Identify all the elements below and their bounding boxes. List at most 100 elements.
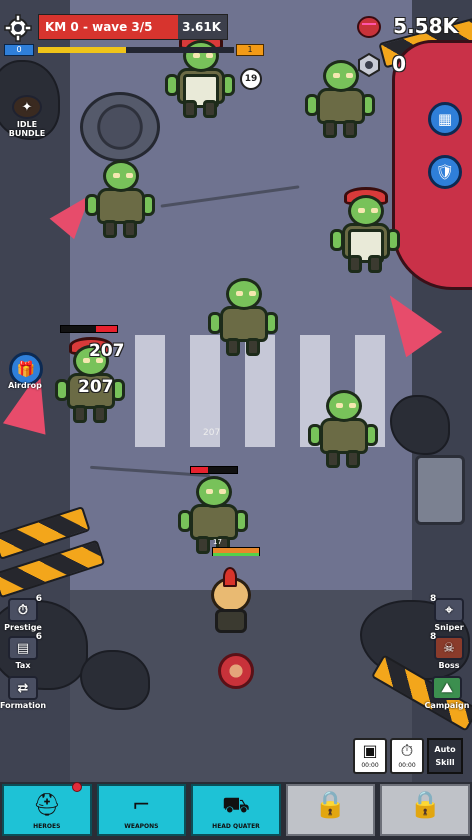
- police-cap-icon: ⛑: [32, 793, 61, 818]
- damage-number: 207: [89, 341, 125, 361]
- formation-label: Formation: [0, 701, 47, 710]
- hero-mohawk: [223, 567, 237, 587]
- calendar-button[interactable]: ▦: [428, 102, 462, 136]
- pistol-icon: ⌐: [132, 793, 151, 818]
- boss-skull-icon: ☠: [434, 636, 464, 660]
- zombie-eye: [346, 73, 353, 78]
- game-scene[interactable]: 207 207 207 17: [0, 0, 472, 782]
- bolt-count: 0: [392, 52, 406, 76]
- boss-count: 8: [430, 632, 437, 642]
- zombie-body: [190, 504, 238, 540]
- hero-level: 17: [213, 538, 222, 546]
- zombie-head: [348, 195, 384, 227]
- crosswalk-stripe: [135, 335, 165, 447]
- prestige-count: 6: [35, 594, 42, 604]
- formation-button[interactable]: ⇄ Formation: [0, 676, 46, 710]
- tax-button[interactable]: 6 ▤ Tax: [0, 632, 46, 670]
- tax-count: 6: [35, 632, 42, 642]
- gift-icon: 🎁: [16, 360, 36, 378]
- cash-icon: ▤: [8, 636, 38, 660]
- hero-body: [215, 609, 247, 633]
- damage-number: 207: [203, 428, 221, 438]
- campaign-button[interactable]: ⛰ Campaign: [424, 676, 470, 710]
- manhole: [80, 92, 160, 162]
- auto-skill-toggle[interactable]: Auto Skill: [427, 738, 463, 774]
- zombie-health-bar: [190, 466, 238, 474]
- zombie-leg: [226, 338, 240, 356]
- boss-button[interactable]: 8 ☠ Boss: [426, 632, 472, 670]
- tab-locked-1[interactable]: 🔒: [285, 784, 376, 836]
- tab-head-quater[interactable]: ⛟ HEAD QUATER: [191, 784, 281, 836]
- idle-bundle-button[interactable]: ✦ IDLE BUNDLE: [4, 95, 50, 138]
- zombie-body: [220, 306, 268, 342]
- auto-skill-label-1: Auto: [434, 745, 456, 754]
- boss-hp-value: 3.61K: [182, 20, 221, 34]
- zombie-eye: [236, 291, 243, 296]
- boss-label: Boss: [438, 661, 460, 670]
- zombie-leg: [196, 536, 210, 554]
- prestige-label: Prestige: [4, 623, 42, 632]
- zombie-body: [317, 88, 365, 124]
- settings-button[interactable]: [4, 14, 32, 42]
- zombie-leg: [343, 120, 357, 138]
- zombie-eye: [333, 73, 340, 78]
- tab-locked-2[interactable]: 🔒: [380, 784, 470, 836]
- zombie-head: [226, 278, 262, 310]
- hero-shield-fill: [213, 553, 259, 556]
- zombie-leg: [103, 220, 117, 238]
- clock-icon: ⏱: [8, 598, 38, 622]
- zombie-health-bar: [60, 325, 118, 333]
- wave-progress-bar: KM 0 - wave 3/5 3.61K: [38, 14, 228, 40]
- rank-button[interactable]: 🛡: [428, 155, 462, 189]
- zombie-body: [97, 188, 145, 224]
- zombie-leg: [73, 405, 87, 423]
- wave-label: KM 0 - wave 3/5: [45, 20, 153, 34]
- auto-time-slot[interactable]: ⏱ 00:00: [390, 738, 424, 774]
- zombie-eye: [113, 173, 120, 178]
- zombie-walker[interactable]: [208, 278, 278, 358]
- zombie-leg: [346, 450, 360, 468]
- zombie-leg: [123, 220, 137, 238]
- hero-character[interactable]: [205, 565, 257, 635]
- zombie-walker[interactable]: [308, 390, 378, 470]
- zombie-eye: [358, 208, 365, 213]
- level-track: [38, 47, 234, 53]
- zombie-leg: [368, 255, 382, 273]
- auto-time-timer: 00:00: [398, 762, 416, 769]
- zombie-health-fill: [191, 467, 209, 473]
- zombie-leg: [93, 405, 107, 423]
- zombie-eye: [336, 403, 343, 408]
- level-fill: [38, 47, 127, 53]
- prestige-button[interactable]: 6 ⏱ Prestige: [0, 594, 46, 632]
- zombie-eye: [126, 173, 133, 178]
- next-level-badge: 1: [236, 44, 264, 56]
- zombie-walker[interactable]: [85, 160, 155, 240]
- current-level-badge: 0: [4, 44, 34, 56]
- zombie-eye: [249, 291, 256, 296]
- tab-heroes[interactable]: ⛑ HEROES: [2, 782, 92, 836]
- lock-icon: 🔒: [314, 790, 347, 820]
- zombie-head: [103, 160, 139, 192]
- gem-count: 5.58K: [393, 14, 458, 38]
- gear-icon: [4, 14, 32, 42]
- zombie-eye: [349, 403, 356, 408]
- zombie-body: [320, 418, 368, 454]
- bottom-nav: ⛑ HEROES ⌐ WEAPONS ⛟ HEAD QUATER 🔒 🔒: [0, 782, 472, 840]
- campaign-label: Campaign: [424, 701, 470, 710]
- tab-heroes-label: HEROES: [33, 823, 61, 830]
- zombie-butcher[interactable]: [330, 187, 400, 275]
- bag-icon: ▣: [362, 741, 378, 760]
- stopwatch-icon: ⏱: [400, 741, 414, 760]
- tab-weapons[interactable]: ⌐ WEAPONS: [96, 784, 187, 836]
- trash-can: [415, 455, 465, 525]
- auto-item-slot[interactable]: ▣ 00:00: [353, 738, 387, 774]
- skill-orb-button[interactable]: [218, 653, 254, 689]
- map-icon: ⛰: [432, 676, 462, 700]
- idle-bundle-label: IDLE BUNDLE: [8, 120, 46, 138]
- gem-icon: [357, 16, 381, 38]
- tab-head-quater-label: HEAD QUATER: [212, 823, 260, 830]
- zombie-head: [196, 476, 232, 508]
- zombie-health-fill: [95, 326, 117, 332]
- sniper-button[interactable]: 8 ⌖ Sniper: [426, 594, 472, 632]
- lock-icon: 🔒: [408, 790, 442, 820]
